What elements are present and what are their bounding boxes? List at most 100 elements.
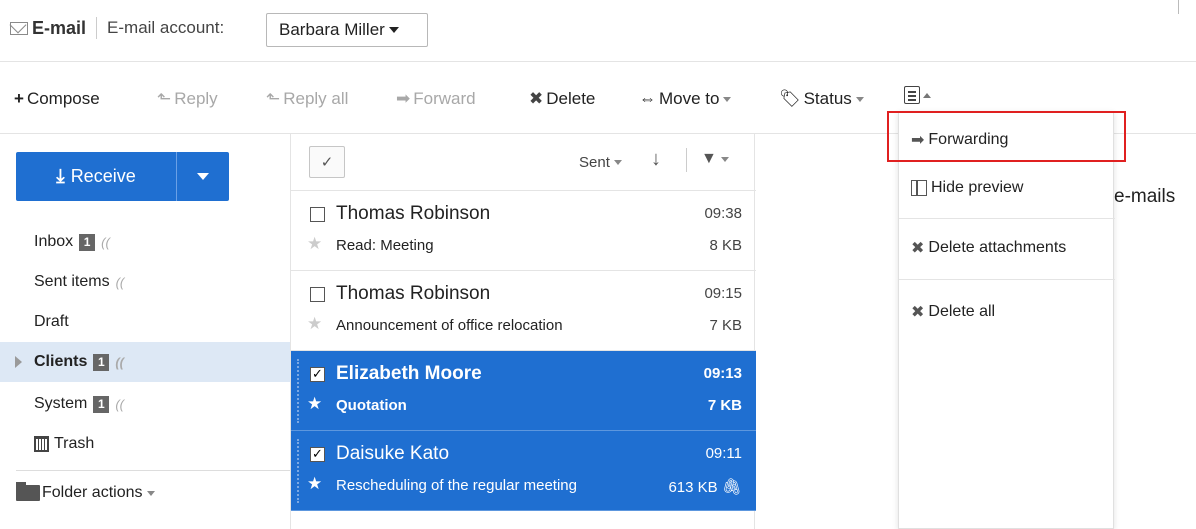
menu-item-label: Delete attachments xyxy=(928,239,1067,256)
message-checkbox[interactable] xyxy=(310,287,325,302)
plus-icon: + xyxy=(14,89,24,108)
preview-pane-icon xyxy=(911,180,927,196)
message-size: 8 KB xyxy=(709,237,742,254)
menu-item-label: Delete all xyxy=(928,303,996,320)
status-button[interactable]: 🏷 Status xyxy=(779,89,864,109)
menu-divider xyxy=(899,218,1115,219)
reply-label: Reply xyxy=(174,89,218,108)
account-label: E-mail account: xyxy=(107,18,225,37)
reply-button[interactable]: ⬑ Reply xyxy=(157,89,218,109)
reply-all-label: Reply all xyxy=(283,89,349,108)
check-icon: ✓ xyxy=(320,154,334,171)
receive-button[interactable]: ⤓ Receive xyxy=(16,152,229,201)
list-item[interactable]: ✓ Elizabeth Moore 09:13 ★ Quotation 7 KB xyxy=(291,351,756,431)
message-subject: Announcement of office relocation xyxy=(336,317,563,334)
sidebar-item-clients[interactable]: Clients 1 (( xyxy=(0,342,290,382)
sort-divider xyxy=(686,148,687,172)
folder-label: Trash xyxy=(54,435,95,452)
annotation-highlight-box xyxy=(887,111,1126,162)
feed-icon: (( xyxy=(115,396,125,412)
compose-label: Compose xyxy=(26,89,100,108)
menu-item-label: Hide preview xyxy=(931,179,1024,196)
list-item[interactable]: Thomas Robinson 09:38 ★ Read: Meeting 8 … xyxy=(291,191,756,271)
account-select[interactable]: Barbara Miller xyxy=(266,13,428,47)
list-item[interactable]: Thomas Robinson 09:15 ★ Announcement of … xyxy=(291,271,756,351)
drag-handle[interactable] xyxy=(297,359,299,423)
more-menu-button[interactable] xyxy=(904,86,931,104)
message-checkbox[interactable] xyxy=(310,207,325,222)
feed-icon: (( xyxy=(115,274,125,290)
chevron-up-icon xyxy=(923,92,931,98)
sort-label: Sent xyxy=(579,154,610,171)
list-menu-icon xyxy=(904,86,920,104)
delete-button[interactable]: ✖ Delete xyxy=(529,89,595,109)
message-checkbox[interactable]: ✓ xyxy=(310,447,325,462)
unread-badge: 1 xyxy=(93,353,110,371)
message-size-wrap: 613 KB 🖇 xyxy=(668,477,742,497)
star-icon[interactable]: ★ xyxy=(307,474,322,494)
message-subject: Rescheduling of the regular meeting xyxy=(336,477,577,494)
menu-divider xyxy=(899,279,1115,280)
sidebar-item-trash[interactable]: Trash xyxy=(0,424,290,464)
unread-badge: 1 xyxy=(79,233,96,251)
list-item[interactable]: ✓ Daisuke Kato 09:11 ★ Rescheduling of t… xyxy=(291,431,756,511)
feed-icon: (( xyxy=(101,234,110,250)
delete-x-icon: ✖ xyxy=(911,304,925,321)
filter-dropdown[interactable]: ▼ xyxy=(701,150,729,168)
reply-all-icon: ⬑ xyxy=(266,89,281,108)
delete-x-icon: ✖ xyxy=(911,240,925,257)
message-subject: Quotation xyxy=(336,397,407,414)
drag-handle[interactable] xyxy=(297,439,299,503)
receive-dropdown[interactable] xyxy=(177,173,229,180)
app-header: E-mail E-mail account: Barbara Miller xyxy=(0,0,1196,62)
sidebar-item-inbox[interactable]: Inbox 1 (( xyxy=(0,222,290,262)
message-size: 7 KB xyxy=(709,317,742,334)
star-icon[interactable]: ★ xyxy=(307,314,322,334)
filter-icon: ▼ xyxy=(701,150,717,167)
sidebar-item-system[interactable]: System 1 (( xyxy=(0,384,290,424)
star-icon[interactable]: ★ xyxy=(307,394,322,414)
delete-x-icon: ✖ xyxy=(529,89,544,108)
compose-button[interactable]: + Compose xyxy=(14,89,100,109)
chevron-down-icon xyxy=(855,96,864,102)
message-time: 09:11 xyxy=(705,445,742,462)
status-label: Status xyxy=(803,89,852,108)
chevron-down-icon xyxy=(197,173,209,180)
sidebar-item-sent-items[interactable]: Sent items (( xyxy=(0,262,290,302)
more-options-menu: ➡ Forwarding Hide preview ✖ Delete attac… xyxy=(898,111,1115,529)
forward-button[interactable]: ➡ Forward xyxy=(396,89,476,109)
sort-dropdown[interactable]: Sent xyxy=(579,154,622,171)
reply-all-button[interactable]: ⬑ Reply all xyxy=(266,89,348,109)
message-time: 09:38 xyxy=(704,205,742,222)
message-sender: Thomas Robinson xyxy=(336,283,491,304)
envelope-icon xyxy=(10,21,28,35)
menu-item-delete-attachments[interactable]: ✖ Delete attachments xyxy=(899,230,1115,266)
folder-icon xyxy=(16,482,40,501)
sort-direction-icon[interactable]: ↓ xyxy=(651,148,661,171)
folder-actions-label: Folder actions xyxy=(42,484,143,501)
move-to-button[interactable]: ⇔ Move to xyxy=(639,89,732,109)
folder-label: System xyxy=(34,395,88,412)
star-icon[interactable]: ★ xyxy=(307,234,322,254)
message-checkbox[interactable]: ✓ xyxy=(310,367,325,382)
move-to-label: Move to xyxy=(659,89,720,108)
select-all-button[interactable]: ✓ xyxy=(309,146,345,178)
folder-label: Sent items xyxy=(34,273,110,290)
message-time: 09:15 xyxy=(704,285,742,302)
delete-label: Delete xyxy=(546,89,596,108)
header-divider xyxy=(96,17,98,39)
receive-main[interactable]: ⤓ Receive xyxy=(16,152,176,201)
message-sender: Thomas Robinson xyxy=(336,203,491,224)
chevron-down-icon xyxy=(146,490,155,496)
folder-actions-button[interactable]: Folder actions xyxy=(16,482,155,502)
message-subject: Read: Meeting xyxy=(336,237,434,254)
expand-triangle-icon[interactable] xyxy=(15,356,22,368)
menu-item-delete-all[interactable]: ✖ Delete all xyxy=(899,294,1115,330)
sidebar-item-draft[interactable]: Draft xyxy=(0,302,290,342)
unread-badge: 1 xyxy=(93,395,110,413)
menu-item-hide-preview[interactable]: Hide preview xyxy=(899,170,1115,206)
chevron-down-icon xyxy=(388,27,399,33)
reply-icon: ⬑ xyxy=(157,89,172,108)
message-list: ✓ Sent ↓ ▼ Thomas Robinson 09:38 ★ Read:… xyxy=(290,134,756,529)
message-time: 09:13 xyxy=(703,365,742,382)
